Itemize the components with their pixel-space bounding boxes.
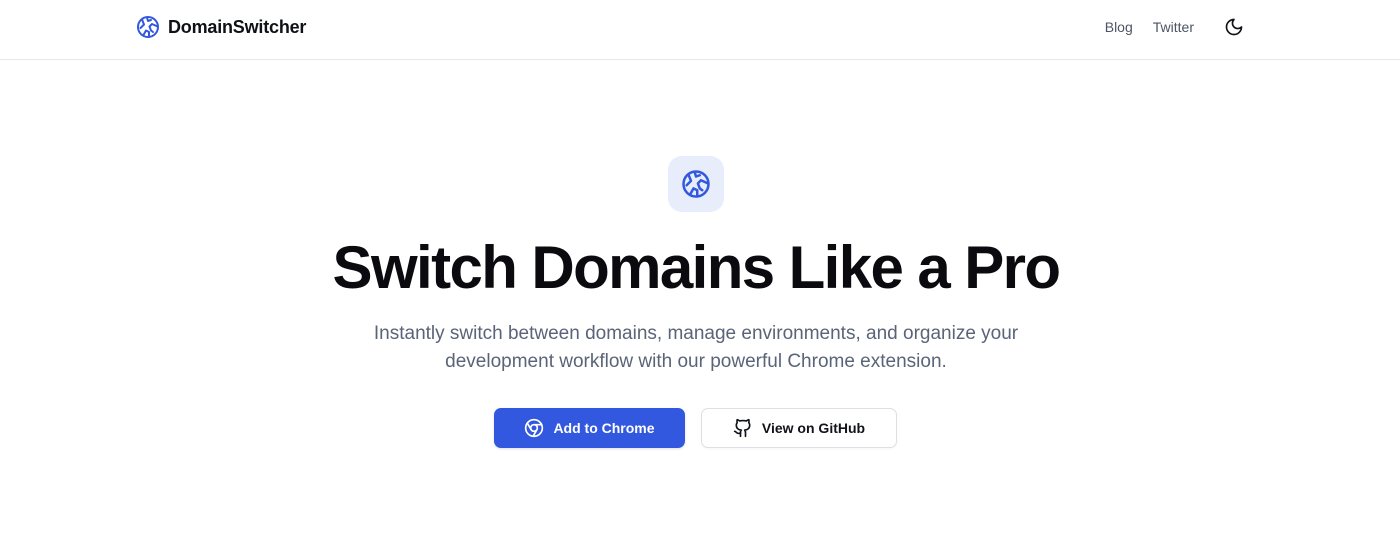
brand-link[interactable]: DomainSwitcher: [136, 15, 306, 39]
view-on-github-button[interactable]: View on GitHub: [701, 408, 897, 448]
hero-badge: [668, 156, 724, 212]
globe-icon: [136, 15, 160, 39]
add-to-chrome-label: Add to Chrome: [553, 420, 655, 436]
hero-subtitle: Instantly switch between domains, manage…: [0, 320, 1392, 376]
theme-toggle-button[interactable]: [1220, 13, 1248, 41]
top-navigation-bar: DomainSwitcher Blog Twitter: [0, 0, 1400, 60]
moon-icon: [1224, 17, 1244, 37]
hero-actions: Add to Chrome View on GitHub: [494, 408, 897, 448]
add-to-chrome-button[interactable]: Add to Chrome: [494, 408, 685, 448]
header-nav: Blog Twitter: [1095, 14, 1248, 40]
view-on-github-label: View on GitHub: [761, 420, 866, 436]
hero-subtitle-line: Instantly switch between domains, manage…: [373, 323, 1019, 344]
brand-name: DomainSwitcher: [168, 16, 307, 37]
chrome-icon: [524, 418, 544, 438]
github-icon: [733, 418, 753, 438]
globe-icon: [681, 169, 711, 199]
nav-link-blog[interactable]: Blog: [1095, 19, 1143, 35]
hero-title: Switch Domains Like a Pro: [332, 234, 1061, 301]
hero-subtitle-line: development workflow with our powerful C…: [445, 351, 947, 372]
nav-link-twitter[interactable]: Twitter: [1143, 19, 1204, 35]
